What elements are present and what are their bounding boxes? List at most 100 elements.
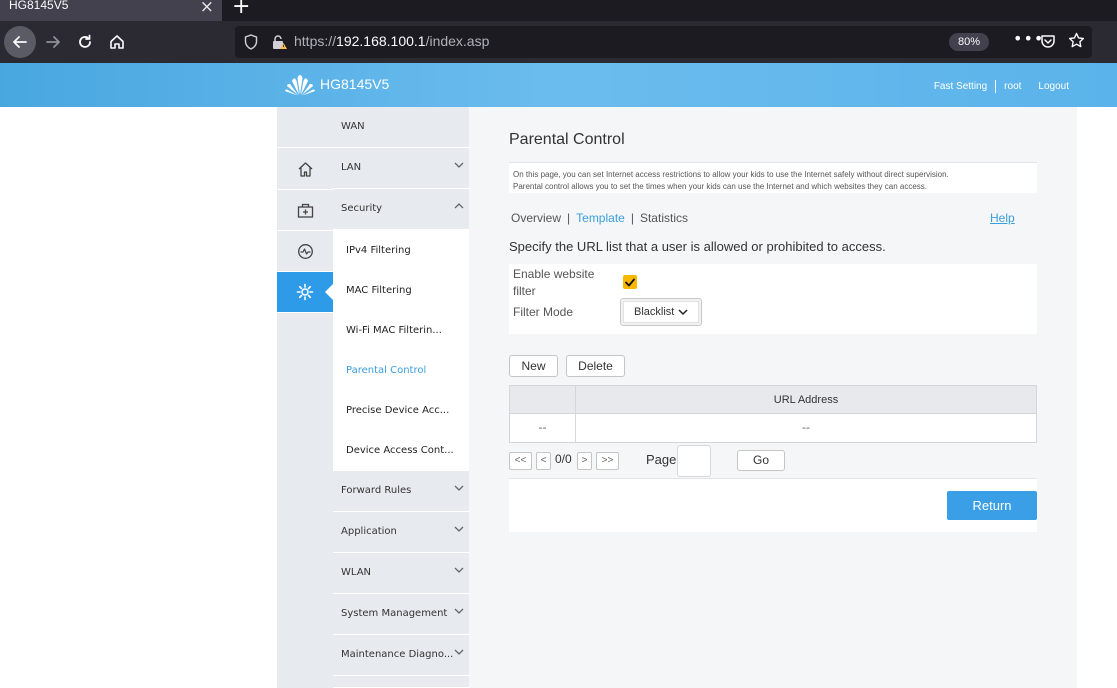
back-button[interactable] xyxy=(4,26,36,58)
filter-mode-label: Filter Mode xyxy=(513,305,574,319)
sidebar-item-label: LAN xyxy=(341,162,362,173)
icon-cell-empty xyxy=(277,107,333,148)
submenu-item-label: IPv4 Filtering xyxy=(346,245,411,256)
browser-tab-bar: HG8145V5 × + xyxy=(0,0,1117,21)
next-page-button[interactable]: > xyxy=(577,452,592,470)
sidebar-item-system-management[interactable]: System Management xyxy=(333,594,469,635)
bookmark-star-icon[interactable] xyxy=(1068,32,1085,49)
home-button[interactable] xyxy=(101,26,133,58)
category-settings[interactable] xyxy=(277,272,333,313)
insecure-lock-icon[interactable] xyxy=(271,34,287,50)
new-button[interactable]: New xyxy=(509,355,558,377)
submenu-item-label: Wi-Fi MAC Filterin... xyxy=(346,325,442,336)
table-header: URL Address xyxy=(510,386,1036,414)
close-tab-icon[interactable]: × xyxy=(200,0,214,17)
label-line: Enable website xyxy=(513,267,595,281)
url-path: /index.asp xyxy=(425,33,490,49)
reload-button[interactable] xyxy=(69,26,101,58)
enable-website-filter-label: Enable website filter xyxy=(513,266,594,300)
submenu-item-mac-filtering[interactable]: MAC Filtering xyxy=(333,271,469,311)
sidebar-item-security[interactable]: Security xyxy=(333,189,469,230)
checkmark-icon xyxy=(625,278,635,286)
url-scheme: https:// xyxy=(294,33,337,49)
submenu-item-ipv4-filtering[interactable]: IPv4 Filtering xyxy=(333,231,469,271)
tab-statistics[interactable]: Statistics xyxy=(640,211,688,225)
return-button[interactable]: Return xyxy=(947,491,1037,520)
chevron-down-icon xyxy=(454,526,464,532)
home-icon xyxy=(298,161,312,177)
last-page-button[interactable]: >> xyxy=(596,452,619,470)
go-button[interactable]: Go xyxy=(737,450,785,471)
filter-mode-value: Blacklist xyxy=(634,306,675,318)
logout-link[interactable]: Logout xyxy=(1038,81,1069,92)
sidebar-item-label: WLAN xyxy=(341,567,372,578)
page-description: On this page, you can set Internet acces… xyxy=(509,162,1037,193)
submenu-item-label: Parental Control xyxy=(346,365,427,376)
category-diagnose[interactable] xyxy=(277,231,333,272)
description-line: On this page, you can set Internet acces… xyxy=(513,170,949,179)
prev-page-button[interactable]: < xyxy=(536,452,551,470)
delete-button[interactable]: Delete xyxy=(566,355,625,377)
shield-icon[interactable] xyxy=(244,34,258,50)
submenu-item-precise-device-access[interactable]: Precise Device Acc... xyxy=(333,391,469,431)
first-page-button[interactable]: << xyxy=(509,452,532,470)
sidebar-item-partial xyxy=(333,676,469,688)
sidebar-menu: WAN LAN Security IPv4 Filtering MAC Filt… xyxy=(333,107,469,688)
help-link[interactable]: Help xyxy=(990,211,1015,225)
sidebar-item-wan[interactable]: WAN xyxy=(333,107,469,148)
category-advanced[interactable] xyxy=(277,190,333,231)
back-arrow-icon xyxy=(13,36,27,48)
filter-mode-value-box: Blacklist xyxy=(623,301,699,323)
toolbox-icon xyxy=(297,203,313,218)
sidebar-item-maintenance-diagnosis[interactable]: Maintenance Diagno... xyxy=(333,635,469,676)
sidebar-item-application[interactable]: Application xyxy=(333,512,469,553)
label-line: filter xyxy=(513,284,536,298)
chevron-down-icon xyxy=(454,608,464,614)
forward-button[interactable] xyxy=(37,26,69,58)
fast-setting-link[interactable]: Fast Setting xyxy=(934,81,987,92)
router-header: HG8145V5 Fast Setting root Logout xyxy=(0,63,1117,107)
url-host: 192.168.100.1 xyxy=(336,33,426,49)
settings-icon xyxy=(296,283,314,301)
page-label: Page xyxy=(646,452,677,467)
submenu-item-wifi-mac-filtering[interactable]: Wi-Fi MAC Filterin... xyxy=(333,311,469,351)
page-title: Parental Control xyxy=(509,131,625,148)
pocket-icon[interactable] xyxy=(1040,33,1056,49)
subpage-tabs: Overview | Template | Statistics xyxy=(511,211,688,225)
submenu-item-device-access-control[interactable]: Device Access Cont... xyxy=(333,431,469,471)
tab-overview[interactable]: Overview xyxy=(511,211,561,225)
tab-template[interactable]: Template xyxy=(576,211,625,225)
description-line: Parental control allows you to set the t… xyxy=(513,182,927,191)
url-text[interactable]: https://192.168.100.1/index.asp xyxy=(294,33,489,49)
sidebar-item-label: Forward Rules xyxy=(341,485,412,496)
category-home[interactable] xyxy=(277,149,333,190)
zoom-level-badge[interactable]: 80% xyxy=(949,33,989,51)
diagnose-icon xyxy=(297,243,313,259)
tab-separator: | xyxy=(567,211,571,225)
category-icon-column xyxy=(277,107,333,688)
browser-nav-bar: https://192.168.100.1/index.asp 80% ••• xyxy=(0,21,1117,63)
sidebar-item-forward-rules[interactable]: Forward Rules xyxy=(333,471,469,512)
submenu-item-parental-control[interactable]: Parental Control xyxy=(333,351,469,391)
filter-mode-select[interactable]: Blacklist xyxy=(620,298,702,326)
browser-tab[interactable]: HG8145V5 × xyxy=(0,0,222,21)
user-name[interactable]: root xyxy=(1004,81,1021,92)
table-row: -- -- xyxy=(510,414,1036,442)
header-divider xyxy=(995,80,997,93)
column-header-url-address: URL Address xyxy=(575,386,1036,414)
sidebar-item-label: Security xyxy=(341,203,383,214)
new-tab-icon[interactable]: + xyxy=(232,0,250,19)
submenu-item-label: Precise Device Acc... xyxy=(346,405,450,416)
instruction-text: Specify the URL list that a user is allo… xyxy=(509,239,886,254)
table-cell: -- xyxy=(538,421,547,434)
browser-home-icon xyxy=(110,35,124,49)
url-bar[interactable]: https://192.168.100.1/index.asp 80% ••• xyxy=(235,26,1092,58)
tab-separator: | xyxy=(630,211,634,225)
sidebar-item-label: System Management xyxy=(341,608,448,619)
enable-website-filter-checkbox[interactable] xyxy=(623,275,637,289)
sidebar-item-lan[interactable]: LAN xyxy=(333,148,469,189)
page-number-input[interactable] xyxy=(677,445,711,477)
sidebar-item-label: Application xyxy=(341,526,397,537)
model-name: HG8145V5 xyxy=(320,76,390,92)
sidebar-item-wlan[interactable]: WLAN xyxy=(333,553,469,594)
